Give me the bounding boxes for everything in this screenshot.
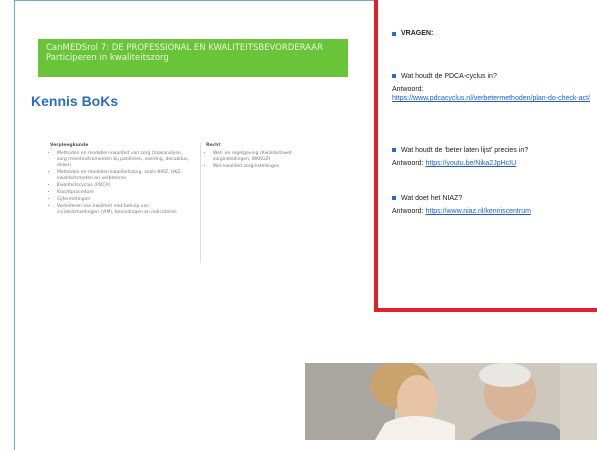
answer-line: Antwoord: https://www.niaz.nl/kenniscent… bbox=[392, 207, 592, 216]
thumbnail-left-item: Verbeteren van kwaliteit met behulp van … bbox=[57, 204, 190, 216]
thumbnail-right-header: Recht bbox=[206, 143, 221, 148]
thumbnail-left-item: Methoden en modellen kwaliteit van zorg … bbox=[57, 151, 190, 169]
question-item: Wat houdt de PDCA-cyclus in? Antwoord: h… bbox=[392, 72, 592, 103]
banner-line-1: CanMEDSrol 7: DE PROFESSIONAL EN KWALITE… bbox=[46, 43, 323, 53]
bullet-square-icon bbox=[392, 196, 396, 200]
answer-line: Antwoord: https://youtu.be/Nika2JpHcIU bbox=[392, 159, 592, 168]
thumbnail-right-item: Wet kwaliteit zorginstellingen bbox=[213, 164, 320, 170]
answer-label: Antwoord: bbox=[392, 208, 424, 215]
question-text: Wat houdt de PDCA-cyclus in? bbox=[392, 72, 592, 81]
bullet-square-icon bbox=[392, 74, 396, 78]
thumbnail-left-item: Klachtprocedure bbox=[57, 190, 190, 196]
answer-line: Antwoord: https://www.pdcacyclus.nl/verb… bbox=[392, 85, 592, 103]
question-text: Wat houdt de ‘beter laten lijst’ precies… bbox=[392, 146, 592, 155]
thumbnail-left-column: Verpleegkunde Methoden en modellen kwali… bbox=[50, 143, 190, 217]
caregiver-elderly-photo bbox=[305, 363, 597, 440]
questions-panel: VRAGEN: Wat houdt de PDCA-cyclus in? Ant… bbox=[374, 0, 597, 312]
section-title: Kennis BoKs bbox=[31, 93, 119, 109]
answer-label: Antwoord: bbox=[392, 86, 424, 93]
questions-header: VRAGEN: bbox=[392, 30, 433, 37]
page-border-top bbox=[14, 0, 375, 1]
question-item: Wat doet het NIAZ? Antwoord: https://www… bbox=[392, 194, 592, 216]
answer-link[interactable]: https://youtu.be/Nika2JpHcIU bbox=[425, 160, 516, 167]
thumbnail-left-item: Methoden en modellen kwaliteitszorg, zoa… bbox=[57, 170, 190, 182]
answer-link[interactable]: https://www.niaz.nl/kenniscentrum bbox=[425, 208, 530, 215]
bullet-square-icon bbox=[392, 32, 396, 36]
page-border-left bbox=[14, 0, 15, 450]
photo-illustration bbox=[305, 363, 597, 440]
thumbnail-left-item: Cijfermetingen bbox=[57, 197, 190, 203]
thumbnail-right-item: Wet- en regelgeving (Kwaliteitswet zorgi… bbox=[213, 151, 320, 163]
thumbnail-right-column: Recht Wet- en regelgeving (Kwaliteitswet… bbox=[200, 143, 320, 263]
canmeds-banner: CanMEDSrol 7: DE PROFESSIONAL EN KWALITE… bbox=[38, 39, 348, 77]
thumbnail-left-header: Verpleegkunde bbox=[50, 143, 89, 148]
slide-thumbnail: Verpleegkunde Methoden en modellen kwali… bbox=[50, 143, 320, 273]
answer-link[interactable]: https://www.pdcacyclus.nl/verbetermethod… bbox=[392, 95, 590, 102]
banner-line-2: Participeren in kwaliteitszorg bbox=[46, 53, 169, 63]
question-item: Wat houdt de ‘beter laten lijst’ precies… bbox=[392, 146, 592, 168]
thumbnail-left-item: Kwaliteitscyclus (PDCA) bbox=[57, 183, 190, 189]
question-text: Wat doet het NIAZ? bbox=[392, 194, 592, 203]
bullet-square-icon bbox=[392, 148, 396, 152]
answer-label: Antwoord: bbox=[392, 160, 424, 167]
